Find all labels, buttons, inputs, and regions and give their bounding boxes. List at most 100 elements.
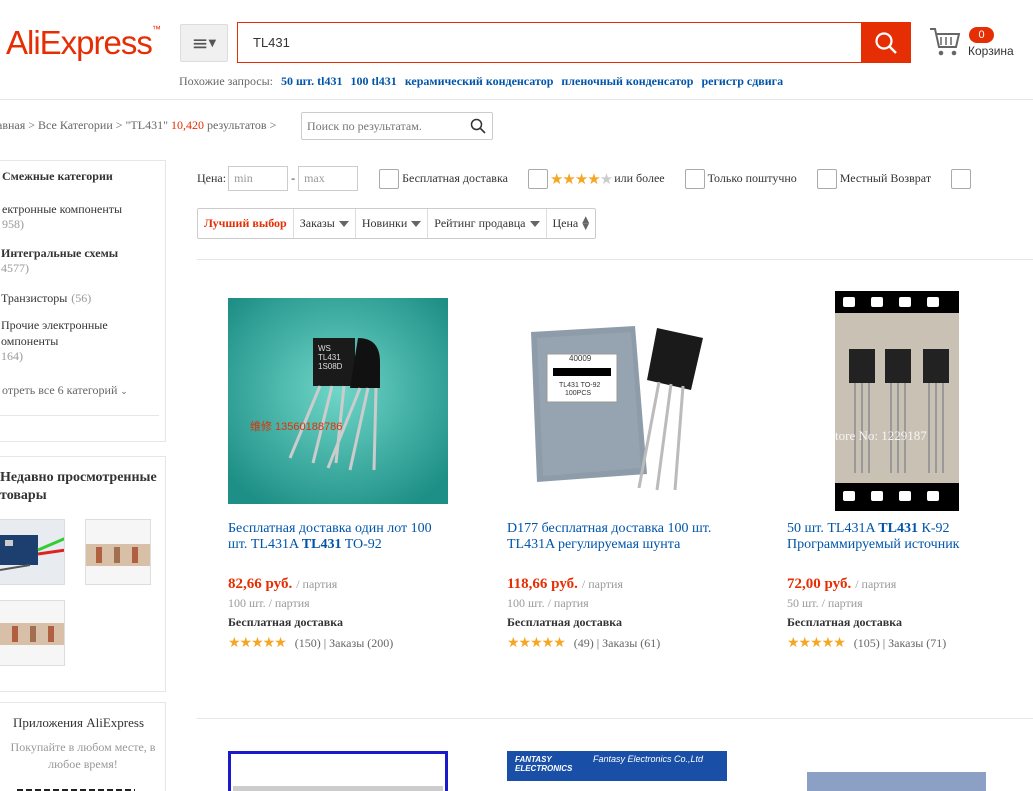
image-text: 100PCS xyxy=(565,390,592,397)
breadcrumb-home[interactable]: авная xyxy=(0,118,25,132)
product-title[interactable]: D177 бесплатная доставка 100 шт. TL431A … xyxy=(507,521,747,553)
free-shipping-checkbox[interactable] xyxy=(379,168,400,189)
price-unit: / партия xyxy=(296,577,338,591)
product-image[interactable]: 40009 TL431 TO-92 100PCS xyxy=(507,298,727,504)
rating-more-label: или более xyxy=(614,171,665,185)
category-item[interactable]: Прочие электронные омпоненты 164) xyxy=(1,317,108,364)
image-text: 40009 xyxy=(569,354,592,363)
cart-button[interactable] xyxy=(928,26,968,60)
image-watermark: 维修 13560188786 xyxy=(250,421,343,433)
order-count[interactable]: | Заказы (71) xyxy=(883,636,947,650)
category-label: Прочие электронные xyxy=(1,318,108,332)
category-item[interactable]: Транзисторы (56) xyxy=(1,289,91,307)
recent-item-thumbnail[interactable] xyxy=(0,600,65,666)
result-count: 10,420 xyxy=(171,118,204,132)
shipping-label: Бесплатная доставка xyxy=(787,615,903,629)
category-count: 164) xyxy=(1,349,23,363)
price-label: Цена: xyxy=(197,171,227,185)
star-rating-icon: ★★★★★ xyxy=(228,635,287,651)
rating-checkbox[interactable] xyxy=(527,168,548,189)
product-image[interactable] xyxy=(228,751,448,791)
single-piece-checkbox[interactable] xyxy=(684,168,705,189)
cart-count-badge: 0 xyxy=(969,27,994,43)
caret-down-icon xyxy=(338,220,349,227)
results-label: результатов xyxy=(207,118,267,132)
product-price: 118,66 руб. xyxy=(507,576,578,592)
category-item[interactable]: ектронные компоненты 958) xyxy=(2,201,122,232)
app-promo-title: Приложения AliExpress xyxy=(13,715,145,730)
product-image[interactable]: WS TL431 1S08D 维修 13560188786 xyxy=(228,298,448,504)
breadcrumb-all-categories[interactable]: Все Категории xyxy=(38,118,113,132)
local-return-label: Местный Возврат xyxy=(839,171,932,185)
price-dash: - xyxy=(291,171,296,185)
recent-item-thumbnail[interactable] xyxy=(85,519,151,585)
breadcrumb: авная > Все Категории > "TL431" 10,420 р… xyxy=(0,118,276,133)
related-link[interactable]: 50 шт. tl431 xyxy=(281,74,342,88)
review-count[interactable]: (150) xyxy=(295,636,321,650)
category-label: Интегральные схемы xyxy=(1,246,119,260)
category-count: (56) xyxy=(71,291,92,305)
sort-price[interactable]: Цена ▲ ▼ xyxy=(547,209,596,238)
see-all-categories-link[interactable]: отреть все 6 категорий ⌄ xyxy=(2,383,128,398)
product-card: Бесплатная доставка один лот 100 шт. TL4… xyxy=(228,521,468,651)
lot-size: 100 шт. / партия xyxy=(228,596,310,610)
category-item[interactable]: Интегральные схемы 4577) xyxy=(1,245,118,276)
price-max-input[interactable]: max xyxy=(298,166,359,191)
refine-search-box xyxy=(301,112,493,140)
divider xyxy=(0,415,159,416)
star-rating-icon: ★★★★★ xyxy=(507,635,566,651)
cart-icon xyxy=(930,28,961,56)
search-button[interactable] xyxy=(861,22,911,63)
category-label: омпоненты xyxy=(1,334,59,348)
related-link[interactable]: пленочный конденсатор xyxy=(561,74,693,88)
related-link[interactable]: регистр сдвига xyxy=(701,74,783,88)
sort-seller-rating[interactable]: Рейтинг продавца xyxy=(428,209,547,238)
review-count[interactable]: (105) xyxy=(854,636,880,650)
product-title[interactable]: 50 шт. TL431A TL431 К-92 Программируемый… xyxy=(787,521,1027,553)
breadcrumb-query: "TL431" xyxy=(125,118,168,132)
sort-bar: Лучший выбор Заказы Новинки Рейтинг прод… xyxy=(197,208,597,239)
sort-best-match[interactable]: Лучший выбор xyxy=(198,209,294,238)
search-box xyxy=(237,22,861,63)
caret-down-icon xyxy=(411,220,422,227)
related-searches: Похожие запросы: 50 шт. tl431 100 tl431 … xyxy=(179,74,783,89)
related-categories-panel: Смежные категории ектронные компоненты 9… xyxy=(0,160,166,442)
sort-orders[interactable]: Заказы xyxy=(294,209,356,238)
review-count[interactable]: (49) xyxy=(574,636,594,650)
price-min-input[interactable]: min xyxy=(228,166,289,191)
related-link[interactable]: 100 tl431 xyxy=(350,74,396,88)
more-filter-checkbox[interactable] xyxy=(951,168,972,189)
product-image[interactable]: FANTASY ELECTRONICS Fantasy Electronics C… xyxy=(507,751,727,781)
image-watermark: tore No: 1229187 xyxy=(835,428,927,443)
aliexpress-logo[interactable]: AliExpress™ xyxy=(6,24,161,62)
shipping-label: Бесплатная доставка xyxy=(507,615,623,629)
product-image[interactable] xyxy=(807,772,986,791)
category-label: Транзисторы xyxy=(1,291,68,305)
sort-updown-icon: ▲ ▼ xyxy=(582,214,590,232)
cart-label[interactable]: Корзина xyxy=(968,44,1014,58)
breadcrumb-sep: > xyxy=(115,118,123,132)
product-title[interactable]: Бесплатная доставка один лот 100 шт. TL4… xyxy=(228,521,468,553)
related-link[interactable]: керамический конденсатор xyxy=(405,74,554,88)
category-label: ектронные компоненты xyxy=(2,202,123,216)
brand-logo-text: FANTASY ELECTRONICS xyxy=(515,755,573,773)
sort-newest[interactable]: Новинки xyxy=(356,209,429,238)
search-input[interactable] xyxy=(238,23,861,62)
recent-item-thumbnail[interactable] xyxy=(0,519,65,585)
local-return-checkbox[interactable] xyxy=(816,168,837,189)
shipping-label: Бесплатная доставка xyxy=(228,615,344,629)
breadcrumb-sep: > xyxy=(269,118,277,132)
image-text: TL431 TO-92 xyxy=(559,382,601,389)
price-unit: / партия xyxy=(581,577,623,591)
category-menu-button[interactable]: ≡ ▼ xyxy=(180,24,228,62)
refine-search-input[interactable] xyxy=(302,113,492,139)
free-shipping-label: Бесплатная доставка xyxy=(402,171,508,185)
product-image[interactable]: tore No: 1229187 xyxy=(835,291,959,511)
product-card: D177 бесплатная доставка 100 шт. TL431A … xyxy=(507,521,747,651)
order-count[interactable]: | Заказы (200) xyxy=(324,636,394,650)
chevron-down-icon: ⌄ xyxy=(117,387,128,397)
image-text: WS TL431 1S08D xyxy=(318,344,343,371)
caret-down-icon: ▼ xyxy=(208,37,217,49)
order-count[interactable]: | Заказы (61) xyxy=(597,636,661,650)
search-icon xyxy=(875,31,897,54)
